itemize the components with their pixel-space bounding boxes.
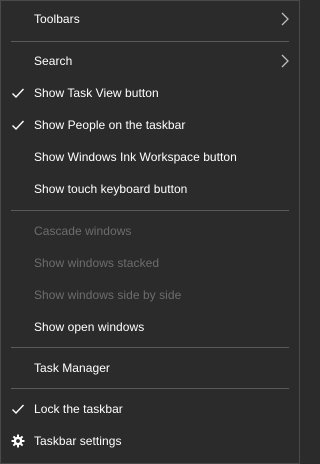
menu-item-search[interactable]: Search bbox=[1, 45, 299, 77]
menu-item-label: Show Task View button bbox=[34, 86, 159, 100]
menu-item-taskbar-settings[interactable]: Taskbar settings bbox=[1, 425, 299, 457]
menu-item-toolbars[interactable]: Toolbars bbox=[1, 3, 299, 35]
menu-item-cascade-windows: Cascade windows bbox=[1, 215, 299, 247]
checkmark-icon bbox=[12, 120, 25, 131]
menu-item-task-manager[interactable]: Task Manager bbox=[1, 352, 299, 384]
menu-item-label: Show touch keyboard button bbox=[34, 182, 188, 196]
menu-item-label: Search bbox=[34, 54, 73, 68]
menu-item-label: Show Windows Ink Workspace button bbox=[34, 150, 237, 164]
menu-item-label: Show People on the taskbar bbox=[34, 118, 186, 132]
menu-item-label: Cascade windows bbox=[34, 224, 132, 238]
menu-item-label: Toolbars bbox=[34, 12, 80, 26]
menu-item-show-open-windows[interactable]: Show open windows bbox=[1, 311, 299, 343]
menu-item-label: Show windows side by side bbox=[34, 288, 182, 302]
gear-icon bbox=[11, 434, 25, 448]
menu-separator bbox=[11, 41, 289, 42]
menu-separator bbox=[11, 347, 289, 348]
menu-item-label: Show open windows bbox=[34, 320, 145, 334]
menu-item-show-task-view-button[interactable]: Show Task View button bbox=[1, 77, 299, 109]
menu-item-show-ink-workspace[interactable]: Show Windows Ink Workspace button bbox=[1, 141, 299, 173]
menu-item-show-people[interactable]: Show People on the taskbar bbox=[1, 109, 299, 141]
menu-item-show-touch-keyboard[interactable]: Show touch keyboard button bbox=[1, 173, 299, 205]
menu-separator bbox=[11, 210, 289, 211]
menu-item-show-windows-side-by-side: Show windows side by side bbox=[1, 279, 299, 311]
menu-item-lock-taskbar[interactable]: Lock the taskbar bbox=[1, 393, 299, 425]
checkmark-icon bbox=[12, 404, 25, 415]
menu-item-label: Taskbar settings bbox=[34, 434, 122, 448]
chevron-right-icon bbox=[281, 12, 289, 26]
menu-item-label: Task Manager bbox=[34, 361, 110, 375]
menu-item-show-windows-stacked: Show windows stacked bbox=[1, 247, 299, 279]
menu-item-label: Show windows stacked bbox=[34, 256, 160, 270]
menu-separator bbox=[11, 388, 289, 389]
menu-item-label: Lock the taskbar bbox=[34, 402, 123, 416]
taskbar-context-menu: Toolbars Search Show Task View button Sh… bbox=[0, 0, 300, 464]
checkmark-icon bbox=[12, 88, 25, 99]
chevron-right-icon bbox=[281, 54, 289, 68]
